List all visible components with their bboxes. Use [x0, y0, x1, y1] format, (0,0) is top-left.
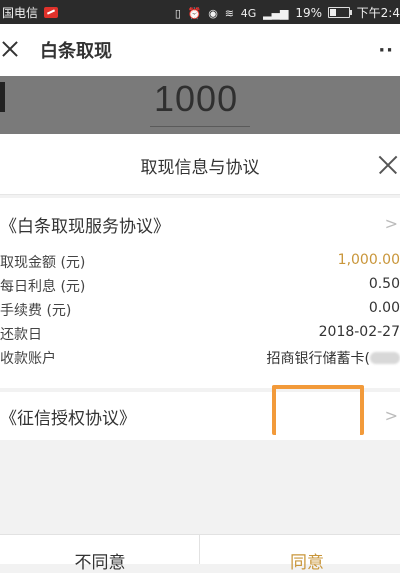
disagree-label: 不同意 [74, 553, 126, 573]
bottom-action-bar: 不同意 同意 [0, 534, 400, 573]
amount-underline [150, 126, 250, 127]
status-left: 国电信 [2, 4, 58, 21]
battery-icon [327, 7, 352, 18]
battery-percent: 19% [295, 6, 323, 20]
detail-value: 0.00 [368, 300, 400, 316]
agree-highlight-annotation [272, 385, 364, 435]
detail-row-amount: 取现金额 (元) 1,000.00 [0, 252, 400, 276]
disagree-button[interactable]: 不同意 [0, 534, 200, 573]
detail-value-account: 招商银行储蓄卡( [267, 348, 400, 368]
more-dots-icon[interactable]: ·· [378, 40, 394, 61]
alarm-icon: ⏰ [187, 7, 202, 20]
sheet-title: 取现信息与协议 [140, 158, 260, 178]
clock: 下午2:4 [356, 6, 400, 20]
agree-button[interactable]: 同意 [200, 534, 400, 573]
page-title: 白条取现 [40, 41, 112, 62]
edge-marker [0, 82, 5, 112]
bank-account-name: 招商银行储蓄卡( [266, 351, 370, 367]
detail-label: 手续费 (元) [0, 303, 72, 319]
signal-icon: ▂▄▆ [263, 7, 289, 20]
amount-value: 1000 [154, 78, 239, 119]
detail-value: 1,000.00 [337, 252, 400, 268]
detail-label: 收款账户 [0, 351, 56, 367]
network-type-label: 4G [240, 7, 257, 20]
chevron-right-icon[interactable]: > [385, 406, 398, 425]
close-icon[interactable] [0, 38, 22, 60]
detail-row-repayment-date: 还款日 2018-02-27 [0, 324, 400, 348]
credit-agreement-link[interactable]: 《征信授权协议》 [0, 404, 136, 429]
detail-label: 每日利息 (元) [0, 279, 86, 295]
sheet-header: 取现信息与协议 [0, 134, 400, 195]
masked-card-number [370, 352, 400, 364]
title-bar: 白条取现 ·· [0, 24, 400, 76]
agree-label: 同意 [290, 553, 324, 573]
detail-label: 取现金额 (元) [0, 255, 86, 271]
eye-icon: ◉ [208, 7, 218, 20]
amount-area: 1000 [0, 76, 400, 134]
detail-row-account: 收款账户 招商银行储蓄卡( [0, 348, 400, 372]
detail-value: 0.50 [368, 276, 400, 292]
vibrate-icon: ▯ [174, 7, 181, 20]
detail-value: 2018-02-27 [318, 324, 400, 340]
status-bar: 国电信 ▯ ⏰ ◉ ≋ 4G ▂▄▆ 19% 下午2:4 [0, 0, 400, 24]
detail-row-interest: 每日利息 (元) 0.50 [0, 276, 400, 300]
detail-row-fee: 手续费 (元) 0.00 [0, 300, 400, 324]
status-right: ▯ ⏰ ◉ ≋ 4G ▂▄▆ 19% 下午2:4 [175, 4, 400, 21]
close-icon[interactable] [376, 154, 398, 176]
agreement-sheet: 取现信息与协议 《白条取现服务协议》 > 取现金额 (元) 1,000.00 每… [0, 134, 400, 573]
chevron-right-icon[interactable]: > [385, 214, 398, 233]
wifi-icon: ≋ [224, 7, 234, 20]
detail-label: 还款日 [0, 327, 42, 343]
carrier-name: 国电信 [2, 6, 39, 20]
service-agreement-link[interactable]: 《白条取现服务协议》 [0, 212, 170, 237]
carrier-badge-icon [43, 7, 58, 18]
service-agreement-card: 《白条取现服务协议》 > 取现金额 (元) 1,000.00 每日利息 (元) … [0, 198, 400, 388]
